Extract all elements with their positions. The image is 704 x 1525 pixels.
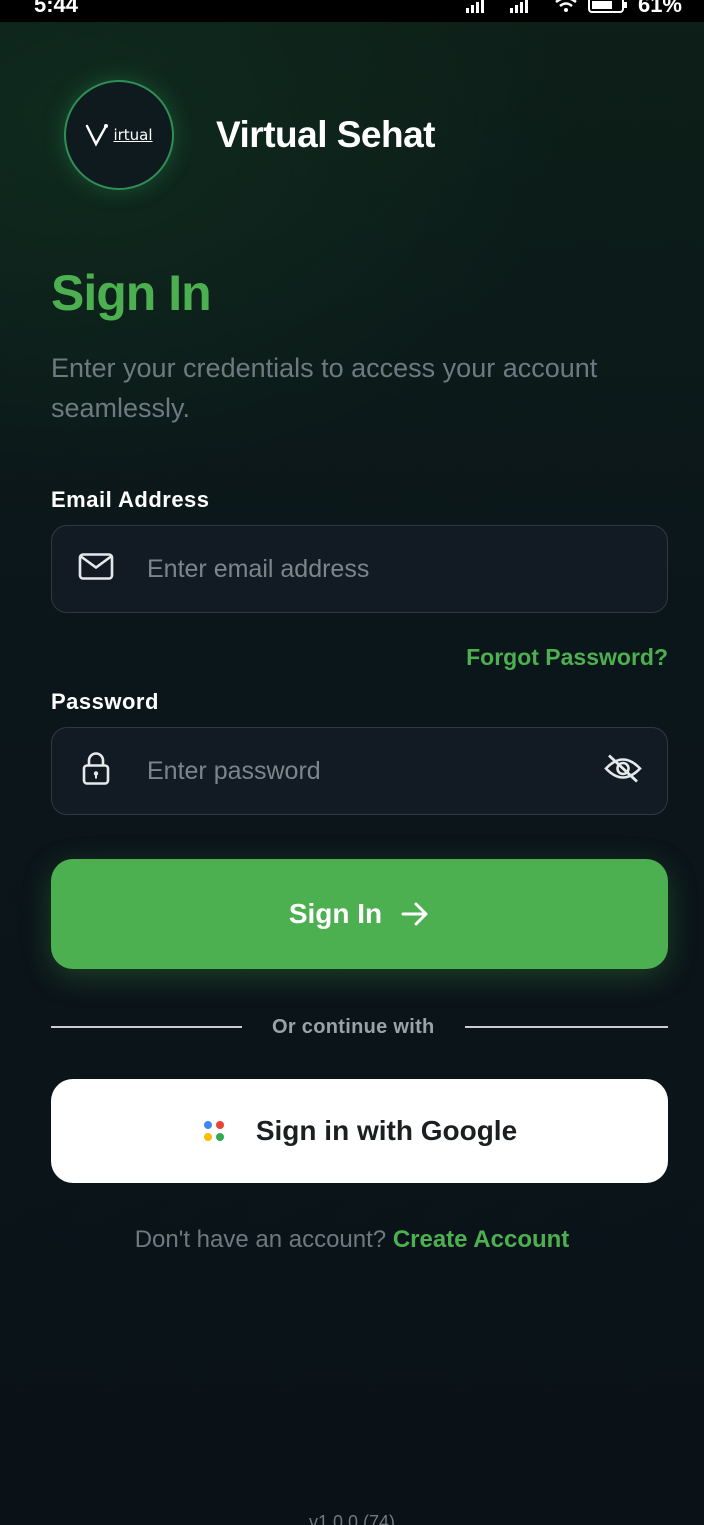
- app-logo: irtual: [64, 80, 174, 190]
- divider: Or continue with: [51, 1012, 668, 1042]
- brand-name: Virtual Sehat: [216, 114, 436, 155]
- password-field-container[interactable]: [51, 727, 668, 815]
- signup-question: Don't have an account?: [134, 1226, 387, 1253]
- forgot-password-link[interactable]: Forgot Password?: [466, 644, 668, 671]
- status-icons: 61%: [465, 0, 682, 18]
- wifi-icon: [555, 0, 577, 12]
- divider-label: Or continue with: [272, 1015, 435, 1038]
- password-label: Password: [51, 689, 159, 714]
- page-title: Sign In: [51, 265, 212, 321]
- password-input[interactable]: [147, 728, 587, 814]
- arrow-right-icon: [401, 902, 428, 926]
- battery-icon: [587, 0, 627, 13]
- google-button-label: Sign in with Google: [255, 1115, 518, 1146]
- status-bar: 5:44 61%: [0, 0, 704, 22]
- google-sign-in-button[interactable]: Sign in with Google: [51, 1079, 668, 1183]
- signal-icon: [465, 0, 484, 13]
- mail-icon: [78, 553, 114, 586]
- sign-in-button[interactable]: Sign In: [51, 859, 668, 969]
- app-version: v1.0.0 (74): [308, 1512, 396, 1525]
- google-dots-icon: [203, 1121, 224, 1141]
- signal-icon-2: [509, 0, 528, 13]
- lock-icon: [78, 751, 114, 792]
- email-input[interactable]: [147, 526, 587, 612]
- page-subtitle: Enter your credentials to access your ac…: [51, 353, 598, 423]
- eye-off-icon[interactable]: [603, 753, 643, 790]
- divider-line-left: [51, 1026, 242, 1028]
- divider-line-right: [464, 1026, 668, 1028]
- email-label: Email Address: [51, 487, 210, 512]
- signup-prompt: Don't have an account? Create Account: [0, 1226, 704, 1254]
- status-time: 5:44: [34, 0, 79, 17]
- sign-in-button-label: Sign In: [288, 898, 383, 929]
- logo-text: irtual: [113, 126, 153, 144]
- email-field-container[interactable]: [51, 525, 668, 613]
- create-account-link[interactable]: Create Account: [393, 1226, 569, 1253]
- stethoscope-v-icon: [86, 124, 109, 147]
- battery-percent: 61%: [637, 0, 682, 17]
- brand-header: irtual Virtual Sehat: [64, 80, 436, 190]
